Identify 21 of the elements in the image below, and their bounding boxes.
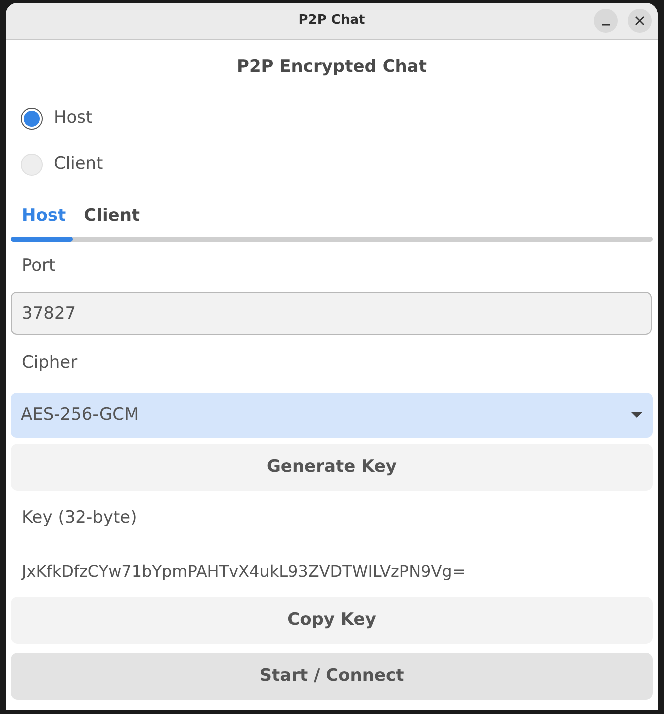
- generate-key-button[interactable]: Generate Key: [11, 444, 653, 491]
- cipher-label: Cipher: [22, 352, 78, 376]
- key-value: JxKfkDfzCYw71bYpmPAHTvX4ukL93ZVDTWILVzPN9Vg=: [22, 561, 466, 583]
- app-heading: P2P Encrypted Chat: [236, 56, 427, 80]
- window-title: P2P Chat: [298, 12, 366, 30]
- tab[interactable]: Client: [78, 204, 146, 237]
- port-input[interactable]: 37827: [11, 292, 652, 335]
- cipher-dropdown[interactable]: AES-256-GCM: [11, 393, 653, 438]
- tab[interactable]: Host: [16, 204, 72, 237]
- dropdown-caret-icon: [631, 412, 643, 419]
- copy-key-button[interactable]: Copy Key: [11, 597, 653, 644]
- radio-label: Client: [54, 153, 104, 176]
- minimize-icon: [602, 24, 610, 26]
- start-connect-button[interactable]: Start / Connect: [11, 653, 653, 700]
- minimize-button[interactable]: [594, 9, 618, 33]
- close-button[interactable]: [628, 9, 652, 33]
- port-label: Port: [22, 255, 56, 278]
- close-icon: [635, 16, 645, 26]
- key-label: Key (32-byte): [22, 507, 138, 530]
- radio-label: Host: [54, 107, 93, 130]
- radio-button[interactable]: [21, 108, 43, 130]
